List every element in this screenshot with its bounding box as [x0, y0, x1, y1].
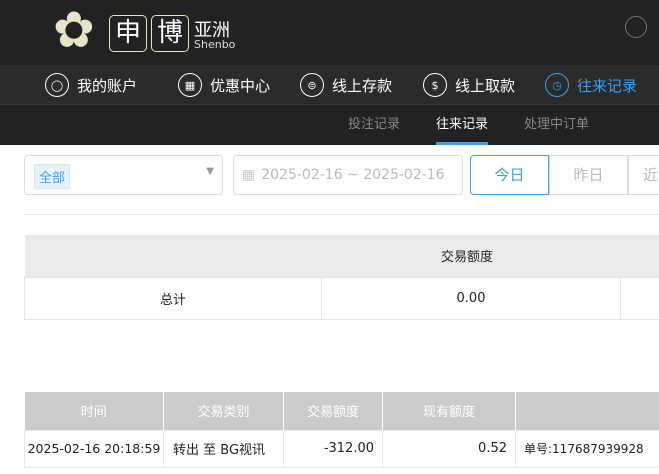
type-select[interactable]: 全部 ▼ [24, 155, 223, 195]
calendar-icon: ▦ [242, 167, 256, 183]
nav-withdraw[interactable]: $ 线上取款 [423, 65, 515, 105]
records-table: 时间 交易类别 交易额度 现有额度 2025-02-16 20:18:59 转出… [24, 392, 659, 474]
nav-label: 线上取款 [455, 76, 516, 95]
summary-label: 总计 [24, 276, 322, 320]
recent-button[interactable]: 近 [628, 155, 659, 195]
nav-label: 线上存款 [332, 76, 393, 95]
cell-amount: -312.00 [283, 429, 383, 468]
nav-deposit[interactable]: ⊜ 线上存款 [300, 65, 392, 105]
deposit-icon: ⊜ [300, 73, 324, 97]
divider [24, 214, 659, 215]
summary-header: 交易额度 [440, 250, 493, 266]
nav-promotions[interactable]: ▦ 优惠中心 [178, 65, 270, 105]
flower-logo-icon: ✿ [53, 1, 95, 59]
yesterday-button[interactable]: 昨日 [549, 155, 628, 195]
chevron-down-icon: ▼ [206, 166, 214, 177]
col-type: 交易类别 [163, 392, 284, 430]
cell-remark: 单号:117687939928 [515, 429, 659, 468]
cell-time: 2025-02-16 20:18:59 [24, 429, 164, 468]
summary-value: 0.00 [321, 276, 621, 320]
tab-pending-orders[interactable]: 处理中订单 [524, 105, 589, 145]
tab-transactions[interactable]: 往来记录 [436, 105, 489, 145]
account-icon[interactable] [625, 16, 647, 38]
nav-label: 优惠中心 [210, 76, 271, 95]
top-header: ✿ 申 博 亚洲 Shenbo [0, 0, 659, 65]
col-remark [516, 392, 659, 430]
brand-sub: Shenbo [194, 38, 236, 51]
nav-my-account[interactable]: ◯ 我的账户 [45, 65, 137, 105]
records-icon: ◷ [545, 73, 569, 97]
nav-records[interactable]: ◷ 往来记录 [545, 65, 637, 105]
table-row: 2025-02-16 20:18:59 转出 至 BG视讯 -312.00 0.… [24, 429, 659, 468]
nav-label: 我的账户 [77, 76, 138, 95]
summary-extra [620, 276, 659, 320]
nav-label: 往来记录 [577, 76, 638, 95]
col-time: 时间 [24, 392, 164, 430]
logo-char-1: 申 [109, 15, 147, 52]
logo-char-2: 博 [151, 15, 189, 52]
sub-nav: 投注记录 往来记录 处理中订单 [0, 105, 659, 145]
withdraw-icon: $ [423, 73, 447, 97]
col-amount: 交易额度 [283, 392, 383, 430]
user-icon: ◯ [45, 73, 69, 97]
gift-icon: ▦ [178, 73, 202, 97]
cell-balance: 0.52 [382, 429, 516, 468]
summary-table: 交易额度 总计 0.00 [24, 235, 659, 320]
col-balance: 现有额度 [382, 392, 516, 430]
today-button[interactable]: 今日 [470, 155, 549, 195]
cell-type: 转出 至 BG视讯 [163, 429, 284, 468]
date-range-value: 2025-02-16 ~ 2025-02-16 [261, 167, 445, 183]
tab-bet-records[interactable]: 投注记录 [348, 105, 400, 145]
date-range-picker[interactable]: ▦ 2025-02-16 ~ 2025-02-16 [233, 155, 463, 195]
type-tag[interactable]: 全部 [34, 164, 71, 189]
main-nav: ◯ 我的账户 ▦ 优惠中心 ⊜ 线上存款 $ 线上取款 ◷ 往来记录 [0, 65, 659, 105]
